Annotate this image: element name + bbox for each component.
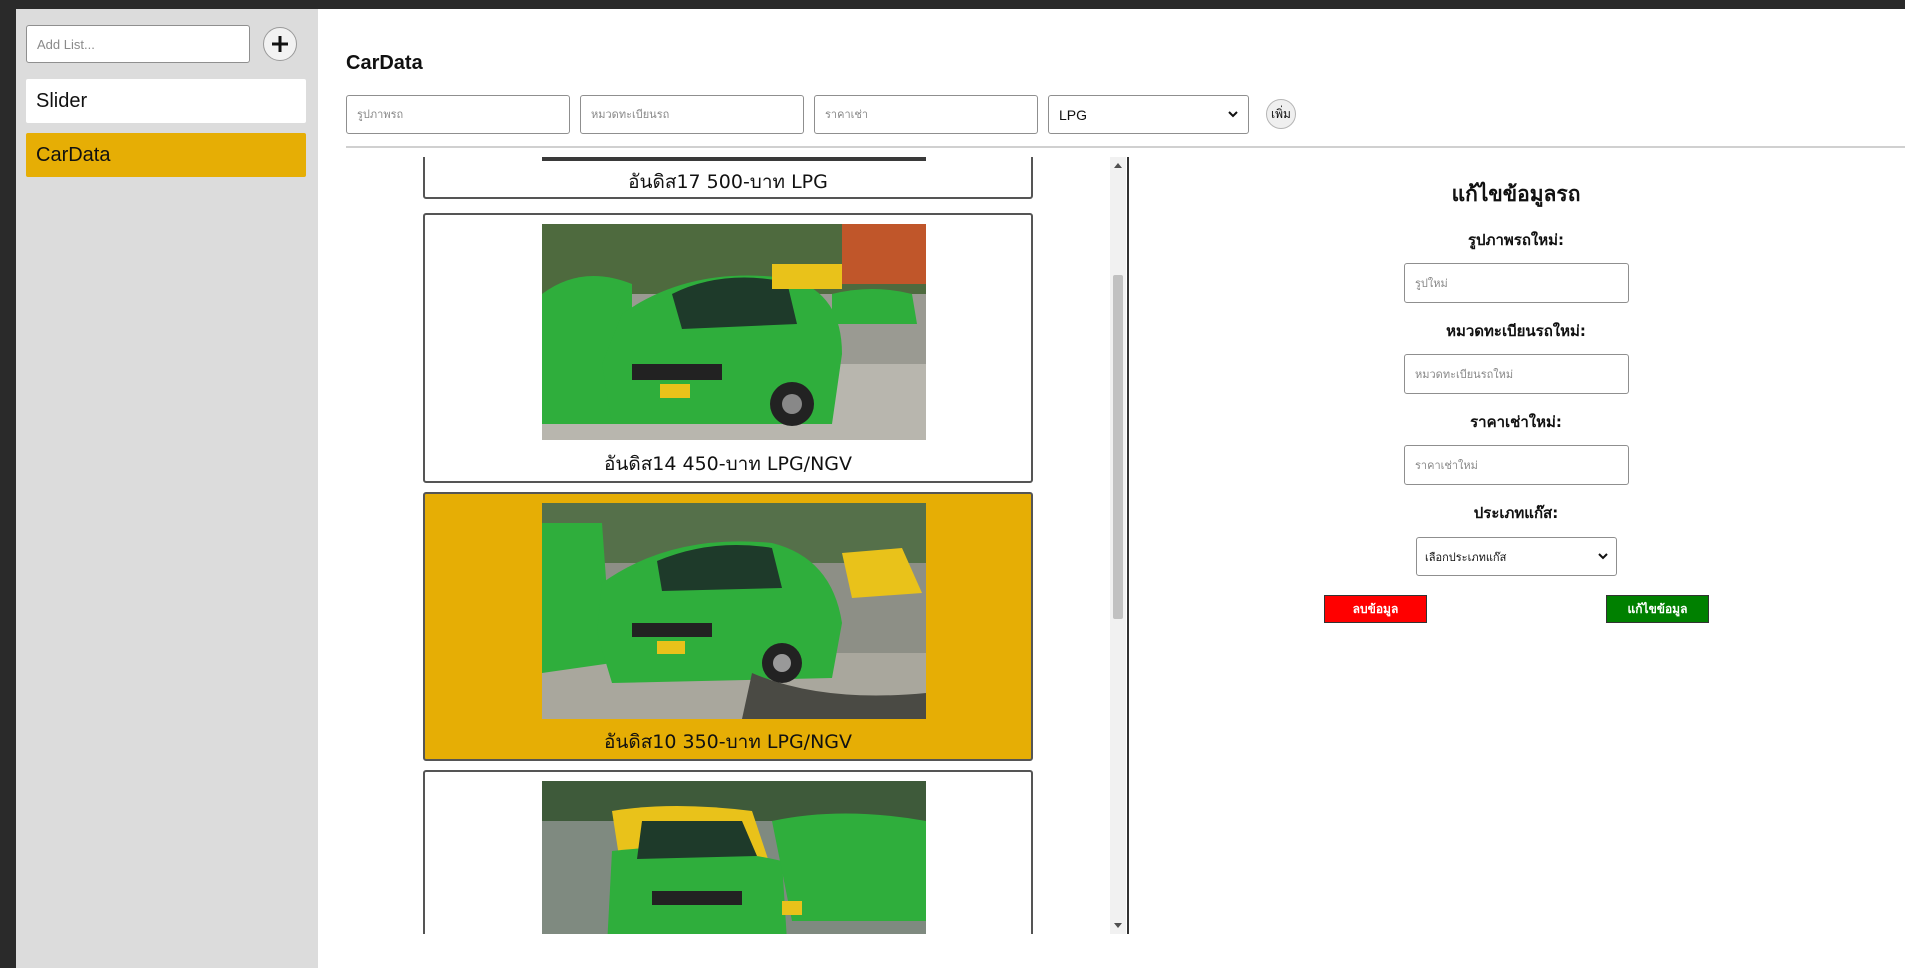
scroll-up-icon[interactable] <box>1114 163 1122 168</box>
car-photo <box>542 503 926 719</box>
car-card-selected[interactable]: อันดิส10 350-บาท LPG/NGV <box>423 492 1033 761</box>
scrollbar-thumb[interactable] <box>1113 275 1123 619</box>
car-photo <box>542 224 926 440</box>
car-image-input[interactable] <box>346 95 570 134</box>
add-list-input[interactable] <box>26 25 250 63</box>
sidebar-item-cardata[interactable]: CarData <box>26 133 306 177</box>
fuel-type-select[interactable]: LPG <box>1048 95 1249 134</box>
new-image-input[interactable] <box>1404 263 1629 303</box>
car-caption: อันดิส17 500-บาท LPG <box>628 171 828 193</box>
gas-type-selected: เลือกประเภทแก๊ส <box>1425 550 1507 564</box>
fuel-type-selected: LPG <box>1059 106 1088 123</box>
new-price-label: ราคาเช่าใหม่: <box>1470 413 1562 431</box>
car-card[interactable]: อันดิส17 500-บาท LPG <box>423 157 1033 199</box>
edit-panel-title: แก้ไขข้อมูลรถ <box>1451 182 1581 206</box>
plus-icon <box>272 36 288 52</box>
car-card[interactable] <box>423 770 1033 934</box>
chevron-down-icon <box>1228 111 1238 118</box>
add-car-button[interactable]: เพิ่ม <box>1266 99 1296 129</box>
car-caption: อันดิส10 350-บาท LPG/NGV <box>603 731 853 753</box>
sidebar: Slider CarData <box>16 9 318 968</box>
page-title: CarData <box>346 52 423 74</box>
sidebar-item-slider[interactable]: Slider <box>26 79 306 123</box>
panel-divider <box>1127 157 1129 934</box>
new-price-input[interactable] <box>1404 445 1629 485</box>
header-divider <box>346 146 1905 148</box>
gas-type-select[interactable]: เลือกประเภทแก๊ส <box>1416 537 1617 576</box>
car-list: อันดิส17 500-บาท LPG อันดิส14 450-บาท LP… <box>346 157 1128 934</box>
car-list-scrollbar[interactable] <box>1110 157 1126 934</box>
car-card[interactable]: อันดิส14 450-บาท LPG/NGV <box>423 213 1033 483</box>
car-photo <box>542 157 926 161</box>
rental-price-input[interactable] <box>814 95 1038 134</box>
gas-type-label: ประเภทแก๊ส: <box>1473 504 1559 522</box>
save-edit-button[interactable]: แก้ไขข้อมูล <box>1606 595 1709 623</box>
new-plate-input[interactable] <box>1404 354 1629 394</box>
scroll-down-icon[interactable] <box>1114 923 1122 928</box>
car-photo <box>542 781 926 934</box>
new-plate-label: หมวดทะเบียนรถใหม่: <box>1446 322 1586 340</box>
car-caption: อันดิส14 450-บาท LPG/NGV <box>603 453 853 475</box>
new-image-label: รูปภาพรถใหม่: <box>1467 231 1564 249</box>
window-left-edge <box>0 0 16 968</box>
window-top-bar <box>0 0 1905 9</box>
chevron-down-icon <box>1598 553 1608 560</box>
license-plate-input[interactable] <box>580 95 804 134</box>
delete-button[interactable]: ลบข้อมูล <box>1324 595 1427 623</box>
add-list-button[interactable] <box>263 27 297 61</box>
